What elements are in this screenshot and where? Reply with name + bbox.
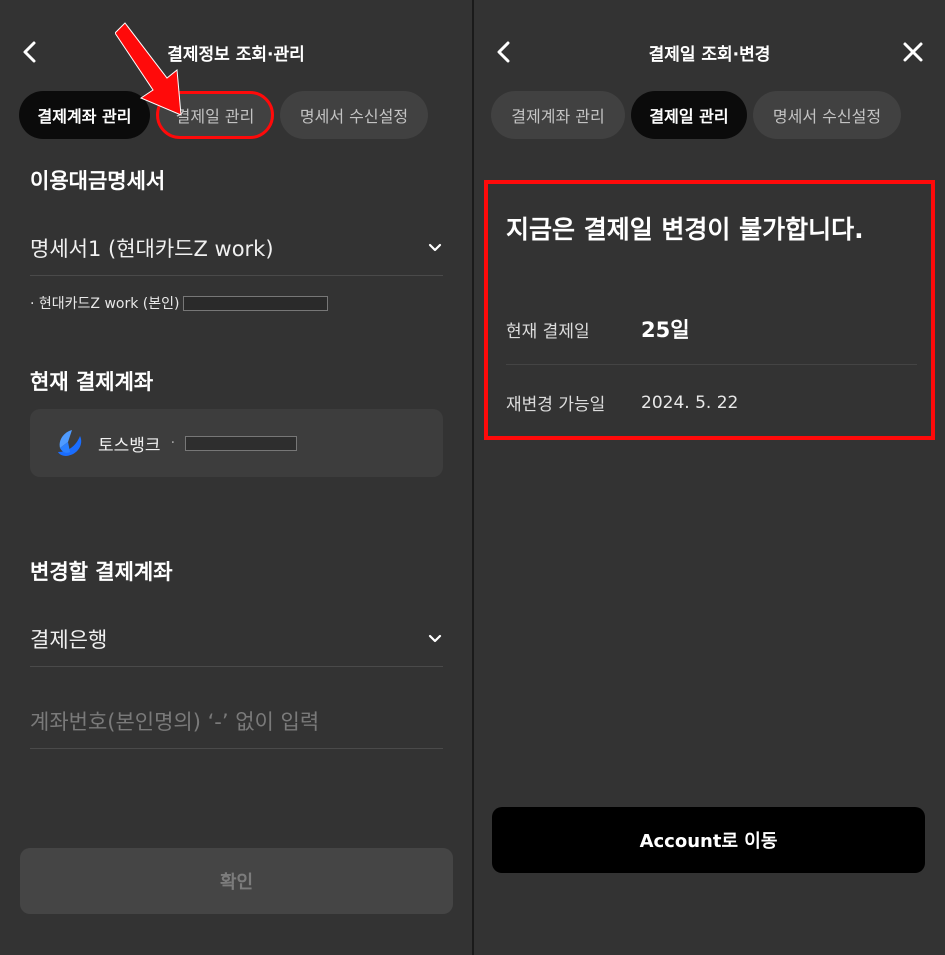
current-payment-date-value: 25일 bbox=[641, 318, 690, 342]
tab-statement-settings[interactable]: 명세서 수신설정 bbox=[753, 91, 901, 139]
change-account-title: 변경할 결제계좌 bbox=[30, 560, 173, 584]
account-number-input[interactable]: 계좌번호(본인명의) ‘-’ 없이 입력 bbox=[30, 693, 443, 749]
close-icon[interactable] bbox=[901, 40, 925, 64]
statement-select-value: 명세서1 (현대카드Z work) bbox=[30, 236, 274, 261]
current-payment-date-label: 현재 결제일 bbox=[506, 321, 590, 342]
go-to-account-button[interactable]: Account로 이동 bbox=[492, 807, 925, 873]
bank-name: 토스뱅크 bbox=[98, 435, 161, 456]
tab-bar: 결제계좌 관리 결제일 관리 명세서 수신설정 bbox=[491, 91, 901, 139]
bank-select[interactable]: 결제은행 bbox=[30, 611, 443, 667]
rechange-date-row: 재변경 가능일 2024. 5. 22 bbox=[506, 390, 917, 416]
tab-payment-account[interactable]: 결제계좌 관리 bbox=[491, 91, 625, 139]
rechange-date-value: 2024. 5. 22 bbox=[641, 392, 739, 413]
page-title: 결제정보 조회·관리 bbox=[167, 45, 305, 65]
payment-date-screen: 결제일 조회·변경 결제계좌 관리 결제일 관리 명세서 수신설정 지금은 결제… bbox=[474, 0, 945, 955]
page-title: 결제일 조회·변경 bbox=[648, 45, 771, 65]
statement-select[interactable]: 명세서1 (현대카드Z work) bbox=[30, 220, 443, 276]
bank-select-value: 결제은행 bbox=[30, 627, 108, 652]
chevron-down-icon bbox=[428, 243, 442, 251]
red-pointer-arrow-icon bbox=[115, 22, 182, 116]
statement-owner-text: · 현대카드Z work (본인) bbox=[30, 296, 180, 312]
payment-date-info-box: 지금은 결제일 변경이 불가합니다. 현재 결제일 25일 재변경 가능일 20… bbox=[484, 180, 935, 440]
toss-bank-logo-icon bbox=[58, 430, 82, 456]
current-account-card: 토스뱅크 · bbox=[30, 409, 443, 477]
current-payment-date-row: 현재 결제일 25일 bbox=[506, 314, 917, 344]
current-account-title: 현재 결제계좌 bbox=[30, 370, 154, 394]
chevron-down-icon bbox=[428, 634, 442, 642]
statement-owner-line: · 현대카드Z work (본인) bbox=[30, 293, 329, 313]
change-unavailable-notice: 지금은 결제일 변경이 불가합니다. bbox=[506, 215, 864, 244]
payment-info-screen: 결제정보 조회·관리 결제계좌 관리 결제일 관리 명세서 수신설정 이용대금명… bbox=[0, 0, 472, 955]
tab-bar: 결제계좌 관리 결제일 관리 명세서 수신설정 bbox=[19, 91, 428, 139]
confirm-button[interactable]: 확인 bbox=[20, 848, 453, 914]
separator-dot: · bbox=[170, 435, 176, 451]
tab-statement-settings[interactable]: 명세서 수신설정 bbox=[280, 91, 428, 139]
redacted-card-number bbox=[183, 295, 329, 311]
redacted-account-number bbox=[185, 435, 298, 451]
statement-section-title: 이용대금명세서 bbox=[30, 169, 166, 193]
tab-payment-date[interactable]: 결제일 관리 bbox=[631, 91, 747, 139]
row-divider bbox=[506, 364, 917, 365]
rechange-date-label: 재변경 가능일 bbox=[506, 395, 606, 415]
